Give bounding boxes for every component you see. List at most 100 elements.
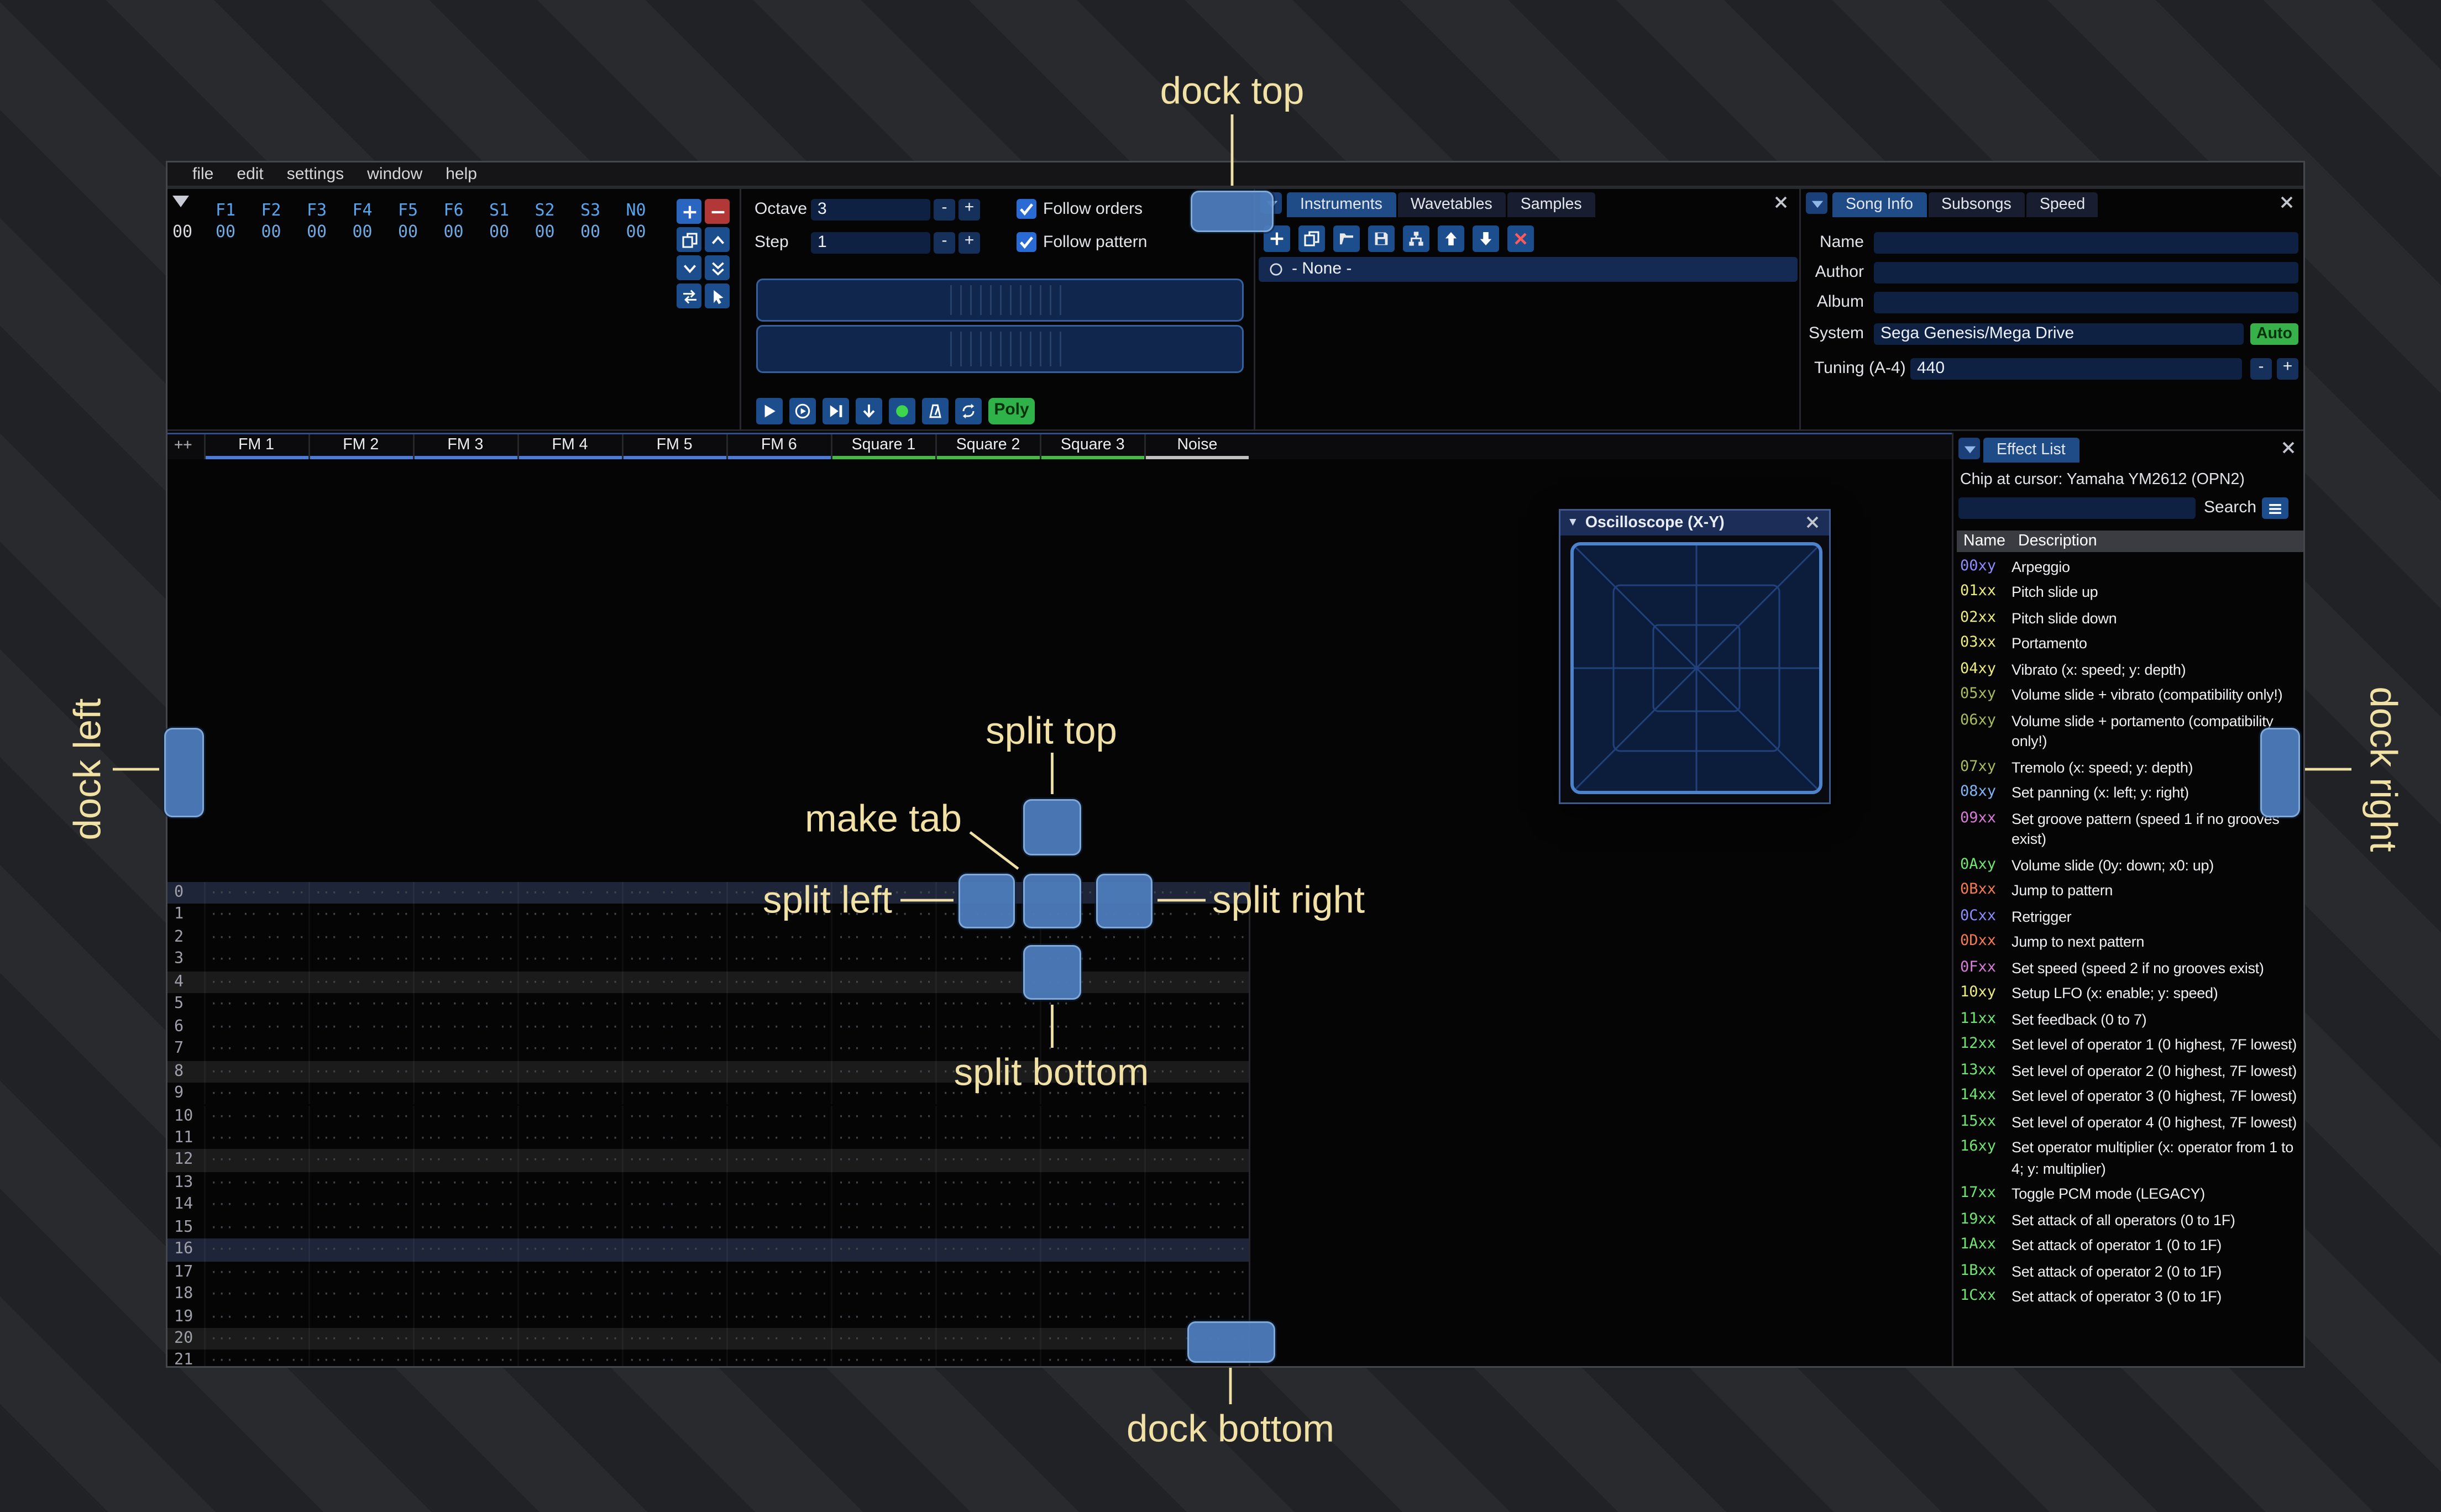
pattern-cell[interactable]: ··· ·· ·· ··· <box>830 1328 935 1351</box>
pattern-cell[interactable]: ··· ·· ·· ··· <box>1144 926 1249 949</box>
pattern-cell[interactable]: ··· ·· ·· ··· <box>830 993 935 1016</box>
pattern-cell[interactable]: ··· ·· ·· ··· <box>1144 1127 1249 1150</box>
pattern-cell[interactable]: ··· ·· ·· ··· <box>935 1328 1040 1351</box>
pattern-cell[interactable]: ··· ·· ·· ··· <box>307 971 412 994</box>
pattern-cell[interactable]: ··· ·· ·· ··· <box>412 1172 517 1194</box>
pattern-cell[interactable]: ··· ·· ·· ··· <box>1144 1283 1249 1306</box>
oscilloscope-window[interactable]: ▼ Oscilloscope (X-Y) <box>1559 509 1831 804</box>
pattern-cell[interactable]: ··· ·· ·· ··· <box>203 1305 308 1328</box>
pattern-cell[interactable]: ··· ·· ·· ··· <box>830 1016 935 1038</box>
pattern-cell[interactable]: ··· ·· ·· ··· <box>516 1038 621 1060</box>
split-top-target[interactable] <box>1023 799 1081 855</box>
pattern-cell[interactable]: ··· ·· ·· ··· <box>1039 1105 1144 1127</box>
pattern-cell[interactable]: ··· ·· ·· ··· <box>412 1283 517 1306</box>
pattern-cell[interactable]: ··· ·· ·· ··· <box>726 1060 830 1083</box>
pattern-cell[interactable]: ··· ·· ·· ··· <box>830 1060 935 1083</box>
pattern-cell[interactable]: ··· ·· ·· ··· <box>621 1127 726 1150</box>
pattern-cell[interactable]: ··· ·· ·· ··· <box>516 1060 621 1083</box>
menu-icon[interactable] <box>2262 497 2288 519</box>
pattern-cell[interactable]: ··· ·· ·· ··· <box>1039 1305 1144 1328</box>
pattern-cell[interactable]: ··· ·· ·· ··· <box>412 1194 517 1217</box>
pattern-cell[interactable]: ··· ·· ·· ··· <box>412 1038 517 1060</box>
pattern-cell[interactable]: ··· ·· ·· ··· <box>935 1172 1040 1194</box>
pattern-cell[interactable]: ··· ·· ·· ··· <box>621 1038 726 1060</box>
pattern-cell[interactable]: ··· ·· ·· ··· <box>935 1216 1040 1239</box>
pattern-cell[interactable]: ··· ·· ·· ··· <box>830 1083 935 1105</box>
pattern-cell[interactable]: ··· ·· ·· ··· <box>307 926 412 949</box>
pattern-cell[interactable]: ··· ·· ·· ··· <box>1039 1194 1144 1217</box>
pattern-cell[interactable]: ··· ·· ·· ··· <box>516 1105 621 1127</box>
pattern-cell[interactable]: ··· ·· ·· ··· <box>621 1261 726 1284</box>
pattern-cell[interactable]: ··· ·· ·· ··· <box>412 926 517 949</box>
pattern-cell[interactable]: ··· ·· ·· ··· <box>1144 1016 1249 1038</box>
pattern-cell[interactable]: ··· ·· ·· ··· <box>621 1172 726 1194</box>
tuning-increase-button[interactable]: + <box>2277 358 2298 380</box>
pattern-cell[interactable]: ··· ·· ·· ··· <box>203 1016 308 1038</box>
pattern-cell[interactable]: ··· ·· ·· ··· <box>412 1060 517 1083</box>
pattern-cell[interactable]: ··· ·· ·· ··· <box>621 1283 726 1306</box>
pattern-cell[interactable]: ··· ·· ·· ··· <box>830 971 935 994</box>
pattern-cell[interactable]: ··· ·· ·· ··· <box>830 1216 935 1239</box>
pattern-cell[interactable]: ··· ·· ·· ··· <box>726 1149 830 1172</box>
effect-search-input[interactable] <box>1958 497 2196 519</box>
tab-speed[interactable]: Speed <box>2026 192 2099 217</box>
dock-right-target[interactable] <box>2260 728 2300 817</box>
pattern-cell[interactable]: ··· ·· ·· ··· <box>516 1305 621 1328</box>
dock-left-target[interactable] <box>164 728 204 817</box>
pattern-cell[interactable]: ··· ·· ·· ··· <box>307 1105 412 1127</box>
pattern-cell[interactable]: ··· ·· ·· ··· <box>516 993 621 1016</box>
pattern-cell[interactable]: ··· ·· ·· ··· <box>726 926 830 949</box>
pattern-cell[interactable]: ··· ·· ·· ··· <box>203 1172 308 1194</box>
pattern-cell[interactable]: ··· ·· ·· ··· <box>830 1350 935 1366</box>
pattern-cell[interactable]: ··· ·· ·· ··· <box>935 1149 1040 1172</box>
pattern-cell[interactable]: ··· ·· ·· ··· <box>516 1350 621 1366</box>
pattern-cell[interactable]: ··· ·· ·· ··· <box>307 993 412 1016</box>
pattern-cell[interactable]: ··· ·· ·· ··· <box>307 1127 412 1150</box>
pattern-cell[interactable]: ··· ·· ·· ··· <box>412 993 517 1016</box>
tuning-input[interactable]: 440 <box>1910 358 2242 380</box>
pattern-cell[interactable]: ··· ·· ·· ··· <box>935 1016 1040 1038</box>
pattern-cell[interactable]: ··· ·· ·· ··· <box>516 1083 621 1105</box>
pattern-cell[interactable]: ··· ·· ·· ··· <box>830 1194 935 1217</box>
pattern-cell[interactable]: ··· ·· ·· ··· <box>935 1238 1040 1261</box>
pattern-cell[interactable]: ··· ·· ·· ··· <box>1039 1216 1144 1239</box>
pattern-cell[interactable]: ··· ·· ·· ··· <box>726 1261 830 1284</box>
pattern-cell[interactable]: ··· ·· ·· ··· <box>726 1216 830 1239</box>
pattern-cell[interactable]: ··· ·· ·· ··· <box>621 1216 726 1239</box>
pattern-cell[interactable]: ··· ·· ·· ··· <box>935 1105 1040 1127</box>
pattern-cell[interactable]: ··· ·· ·· ··· <box>307 1149 412 1172</box>
pattern-cell[interactable]: ··· ·· ·· ··· <box>307 1016 412 1038</box>
pattern-cell[interactable]: ··· ·· ·· ··· <box>203 993 308 1016</box>
pattern-cell[interactable]: ··· ·· ·· ··· <box>516 1216 621 1239</box>
pattern-cell[interactable]: ··· ·· ·· ··· <box>307 949 412 972</box>
pattern-cell[interactable]: ··· ·· ·· ··· <box>203 1038 308 1060</box>
pattern-cell[interactable]: ··· ·· ·· ··· <box>830 1105 935 1127</box>
pattern-cell[interactable]: ··· ·· ·· ··· <box>203 904 308 927</box>
pattern-cell[interactable]: ··· ·· ·· ··· <box>203 1194 308 1217</box>
pattern-cell[interactable]: ··· ·· ·· ··· <box>621 1350 726 1366</box>
split-left-target[interactable] <box>958 874 1015 928</box>
pattern-cell[interactable]: ··· ·· ·· ··· <box>516 1172 621 1194</box>
pattern-cell[interactable]: ··· ·· ·· ··· <box>935 1305 1040 1328</box>
pattern-cell[interactable]: ··· ·· ·· ··· <box>516 971 621 994</box>
pattern-cell[interactable]: ··· ·· ·· ··· <box>726 1083 830 1105</box>
pattern-cell[interactable]: ··· ·· ·· ··· <box>412 882 517 905</box>
pattern-cell[interactable]: ··· ·· ·· ··· <box>412 949 517 972</box>
pattern-cell[interactable]: ··· ·· ·· ··· <box>726 1328 830 1351</box>
pattern-cell[interactable]: ··· ·· ·· ··· <box>726 949 830 972</box>
pattern-cell[interactable]: ··· ·· ·· ··· <box>621 926 726 949</box>
pattern-cell[interactable]: ··· ·· ·· ··· <box>1144 1194 1249 1217</box>
pattern-cell[interactable]: ··· ·· ·· ··· <box>412 971 517 994</box>
pattern-cell[interactable]: ··· ·· ·· ··· <box>203 971 308 994</box>
pattern-cell[interactable]: ··· ·· ·· ··· <box>726 1038 830 1060</box>
tuning-decrease-button[interactable]: - <box>2250 358 2272 380</box>
pattern-cell[interactable]: ··· ·· ·· ··· <box>307 1172 412 1194</box>
pattern-cell[interactable]: ··· ·· ·· ··· <box>307 1194 412 1217</box>
pattern-cell[interactable]: ··· ·· ·· ··· <box>1039 1328 1144 1351</box>
pattern-cell[interactable]: ··· ·· ·· ··· <box>726 1016 830 1038</box>
pattern-cell[interactable]: ··· ·· ·· ··· <box>726 1350 830 1366</box>
pattern-cell[interactable]: ··· ·· ·· ··· <box>726 1283 830 1306</box>
pattern-cell[interactable]: ··· ·· ·· ··· <box>726 1172 830 1194</box>
split-right-target[interactable] <box>1096 874 1153 928</box>
pattern-cell[interactable]: ··· ·· ·· ··· <box>203 1216 308 1239</box>
